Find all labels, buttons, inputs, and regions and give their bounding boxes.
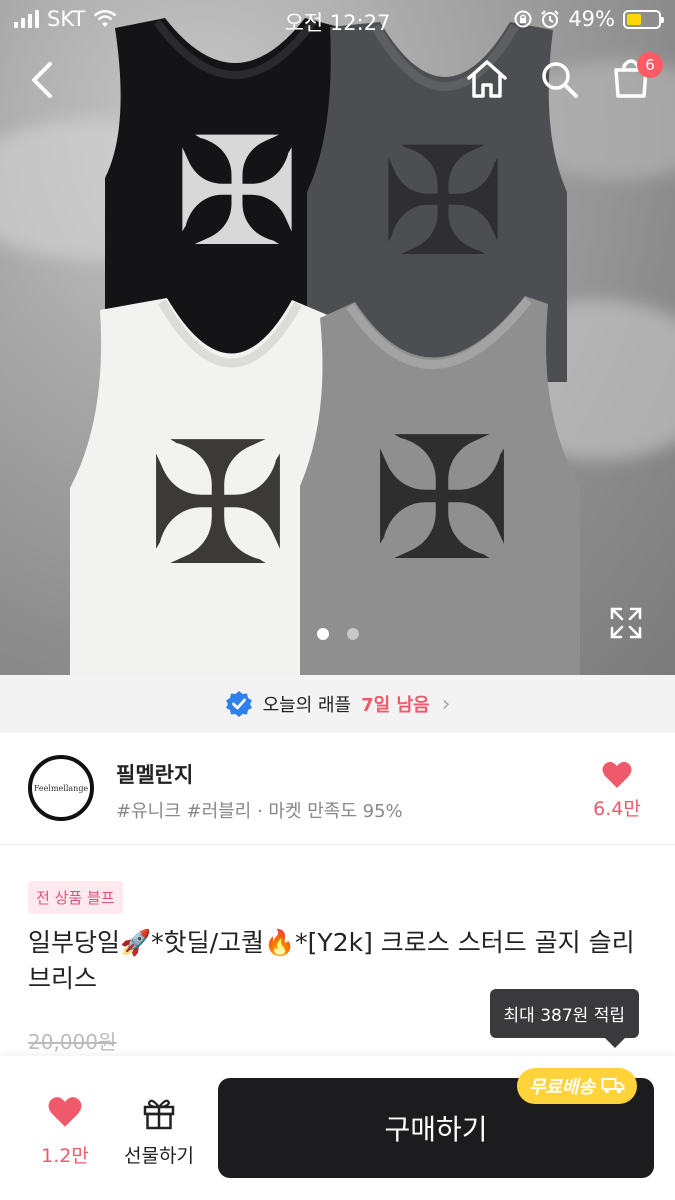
- truck-icon: [601, 1078, 625, 1094]
- raffle-label: 오늘의 래플: [262, 695, 352, 716]
- expand-icon: [610, 607, 642, 639]
- search-button[interactable]: [537, 52, 581, 104]
- cross-print: ✠: [146, 406, 290, 604]
- like-count: 1.2만: [41, 1145, 89, 1167]
- original-price: 20,000원: [28, 1030, 117, 1054]
- buy-label: 구매하기: [384, 1113, 488, 1146]
- verified-badge-icon: [225, 691, 252, 717]
- top-nav-actions: 6: [465, 52, 663, 104]
- status-right: 49%: [514, 7, 664, 31]
- battery-percent: 49%: [568, 7, 615, 31]
- shop-logo[interactable]: Feelmellange: [28, 755, 94, 821]
- alarm-icon: [541, 10, 560, 28]
- free-shipping-label: 무료배송: [528, 1077, 595, 1098]
- back-button[interactable]: [22, 56, 66, 104]
- shop-tags: #유니크 #러블리 · 마켓 만족도 95%: [116, 801, 403, 822]
- product-title: 일부당일🚀*핫딜/고퀄🔥*[Y2k] 크로스 스터드 골지 슬리브리스: [28, 928, 635, 993]
- like-button[interactable]: 1.2만: [34, 1096, 96, 1168]
- battery-icon: [623, 9, 664, 29]
- product-detail-screen: ✠ ✠ ✠ ✠ SKT 오전 12:27 49% 6 오늘의 래플 7일 남음 …: [0, 0, 675, 1200]
- gallery-pagination: [0, 628, 675, 640]
- heart-icon: [602, 761, 632, 788]
- promo-tag: 전 상품 블프: [28, 881, 123, 914]
- cart-count-badge: 6: [637, 52, 663, 78]
- home-button[interactable]: [465, 52, 509, 104]
- shop-info[interactable]: Feelmellange 필멜란지 #유니크 #러블리 · 마켓 만족도 95%…: [0, 733, 675, 845]
- cross-print: ✠: [380, 116, 506, 290]
- fullscreen-button[interactable]: [609, 606, 643, 640]
- chevron-left-icon: [32, 62, 52, 98]
- gift-label: 선물하기: [124, 1145, 194, 1167]
- orientation-lock-icon: [514, 10, 532, 28]
- shop-logo-text: Feelmellange: [33, 783, 89, 793]
- status-bar: SKT 오전 12:27 49%: [0, 0, 675, 38]
- shop-name[interactable]: 필멜란지: [116, 759, 193, 789]
- cross-print: ✠: [370, 401, 514, 599]
- search-icon: [542, 62, 578, 98]
- gift-icon: [143, 1099, 175, 1130]
- chevron-right-icon: ›: [441, 691, 451, 717]
- cart-button[interactable]: 6: [609, 52, 663, 104]
- page-dot-active[interactable]: [316, 628, 329, 640]
- points-tooltip: 최대 387원 적립: [489, 989, 639, 1048]
- page-dot[interactable]: [346, 628, 359, 640]
- cross-print: ✠: [174, 106, 300, 280]
- shop-like-count: 6.4만: [593, 798, 641, 820]
- bottom-action-bar: 1.2만 선물하기 구매하기 무료배송: [0, 1056, 675, 1200]
- heart-icon: [48, 1097, 82, 1127]
- gift-button[interactable]: 선물하기: [114, 1096, 204, 1168]
- home-icon: [467, 60, 507, 98]
- free-shipping-badge: 무료배송: [516, 1068, 637, 1104]
- raffle-banner[interactable]: 오늘의 래플 7일 남음 ›: [0, 675, 675, 733]
- shop-like-button[interactable]: 6.4만: [587, 761, 647, 821]
- raffle-remaining: 7일 남음: [361, 695, 430, 716]
